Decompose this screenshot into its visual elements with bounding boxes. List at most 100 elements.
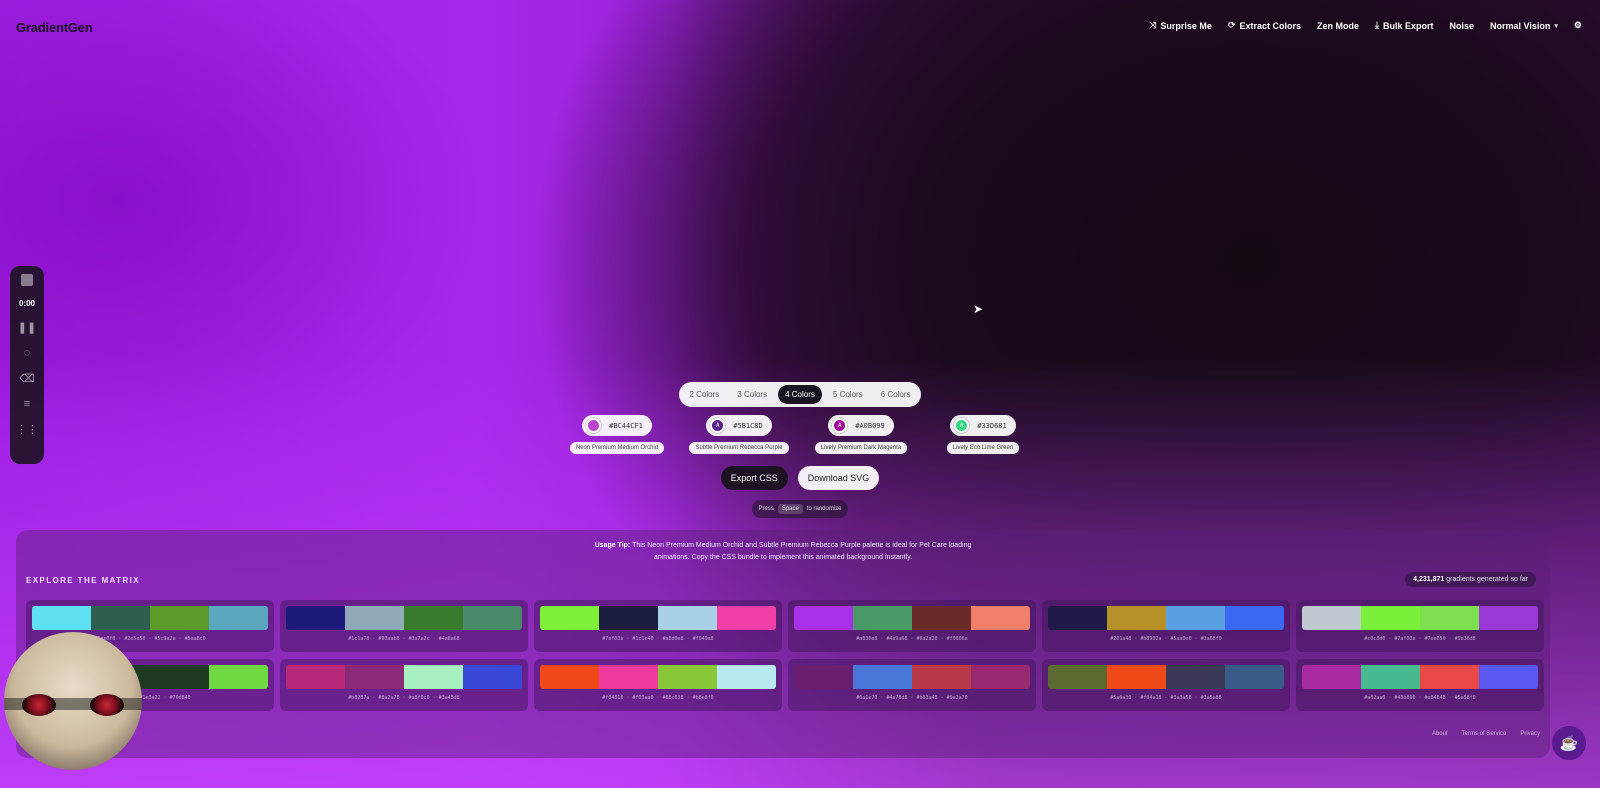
- color-name: Lively Eco Lime Green: [946, 442, 1020, 454]
- nav-extract-colors[interactable]: ⟳ Extract Colors: [1228, 20, 1301, 31]
- usage-tip-line1: This Neon Premium Medium Orchid and Subt…: [632, 542, 972, 549]
- nav-zen-mode[interactable]: Zen Mode: [1317, 21, 1359, 31]
- color-count-option[interactable]: 3 Colors: [730, 385, 774, 404]
- footer-links: About Terms of Service Privacy: [1432, 731, 1540, 737]
- top-nav: ⤨ Surprise Me ⟳ Extract Colors Zen Mode ⤓ Bulk…: [1149, 20, 1582, 31]
- explore-matrix: Usage Tip: This Neon Premium Medium Orch…: [16, 530, 1550, 758]
- footer-link[interactable]: Terms of Service: [1462, 731, 1507, 737]
- palette-swatch: [658, 606, 717, 630]
- palette-swatch: [286, 665, 345, 689]
- palette-card[interactable]: #6a1e70 · #4a78d8 · #b83a48 · #9a2a70: [788, 659, 1036, 711]
- color-hex-pill[interactable]: A #33D681: [950, 415, 1016, 436]
- palette-swatch: [209, 606, 268, 630]
- palette-swatch: [912, 665, 971, 689]
- color-swatch-dot[interactable]: A: [832, 418, 848, 433]
- footer-link[interactable]: Privacy: [1520, 731, 1540, 737]
- palette-swatch: [853, 606, 912, 630]
- color-swatch-dot[interactable]: [586, 418, 602, 433]
- chevron-down-icon: ▾: [1554, 22, 1558, 30]
- palette-label: #6a1e70 · #4a78d8 · #b83a48 · #9a2a70: [856, 695, 968, 701]
- palette-grid: #5ee0f0 · #2e5e50 · #5c9a2a · #5aa8c0 #1c…: [26, 600, 1544, 711]
- palette-swatch: [91, 606, 150, 630]
- palette-swatch: [912, 606, 971, 630]
- color-stop: A #5B1C8D Subtle Premium Rebecca Purple: [683, 415, 795, 454]
- color-hex-pill[interactable]: #BC44CF1: [582, 415, 652, 436]
- nav-bulk-export[interactable]: ⤓ Bulk Export: [1375, 20, 1434, 31]
- coffee-fab-icon[interactable]: ☕: [1552, 726, 1586, 760]
- palette-swatches: [1302, 665, 1538, 689]
- stop-icon[interactable]: [21, 274, 33, 286]
- palette-swatch: [540, 606, 599, 630]
- color-name: Neon Premium Medium Orchid: [569, 442, 665, 454]
- palette-swatches: [794, 665, 1030, 689]
- nav-noise[interactable]: Noise: [1450, 21, 1475, 31]
- palette-card[interactable]: #a830e8 · #4a9a68 · #6a2a28 · #f0806a: [788, 600, 1036, 652]
- pause-icon[interactable]: ❚❚: [18, 321, 36, 334]
- palette-label: #1c1a78 · #90aab8 · #3a7a2c · #4a8a68: [348, 636, 460, 642]
- counter-number: 4,231,871: [1413, 576, 1445, 583]
- extract-colors-icon: ⟳: [1227, 20, 1236, 30]
- footer-link[interactable]: About: [1432, 731, 1448, 737]
- palette-label: #a830e8 · #4a9a68 · #6a2a28 · #f0806a: [856, 636, 968, 642]
- nav-surprise-me[interactable]: ⤨ Surprise Me: [1149, 20, 1212, 31]
- download-svg-button[interactable]: Download SVG: [797, 466, 880, 490]
- palette-card[interactable]: #b8287a · #8a2a78 · #a8f0c0 · #3a48d8: [280, 659, 528, 711]
- color-count-option[interactable]: 5 Colors: [826, 385, 870, 404]
- nav-extract-colors-label: Extract Colors: [1239, 20, 1302, 31]
- export-actions: Export CSS Download SVG: [720, 466, 880, 490]
- export-css-button[interactable]: Export CSS: [720, 466, 788, 490]
- palette-swatch: [1302, 606, 1361, 630]
- color-hex-pill[interactable]: A #A0B099: [828, 415, 894, 436]
- gradient-controls: 2 Colors 3 Colors 4 Colors 5 Colors 6 Colors…: [0, 382, 1600, 518]
- palette-swatch: [971, 606, 1030, 630]
- color-count-option[interactable]: 6 Colors: [874, 385, 918, 404]
- palette-swatch: [1166, 665, 1225, 689]
- color-hex-value: #5B1C8D: [733, 421, 763, 430]
- palette-swatches: [1048, 665, 1284, 689]
- usage-tip-label: Usage Tip:: [594, 542, 631, 549]
- color-count-option[interactable]: 4 Colors: [778, 385, 822, 404]
- palette-card[interactable]: #a82aa0 · #48b890 · #e84848 · #5a58f0: [1296, 659, 1544, 711]
- palette-swatch: [1048, 665, 1107, 689]
- palette-label: #a82aa0 · #48b890 · #e84848 · #5a58f0: [1364, 695, 1476, 701]
- right-eye: [90, 694, 124, 716]
- palette-card[interactable]: #c0c8d0 · #7af03a · #7ee050 · #9a38d8: [1296, 600, 1544, 652]
- timer-readout: 0:00: [18, 299, 35, 308]
- settings-gear-icon[interactable]: ⚙: [1574, 20, 1582, 31]
- color-stop: #BC44CF1 Neon Premium Medium Orchid: [561, 415, 673, 454]
- palette-card[interactable]: #f04818 · #f03aa0 · #88c838 · #b8e8f0: [534, 659, 782, 711]
- palette-swatch: [1479, 665, 1538, 689]
- nav-vision-select[interactable]: Normal Vision ▾: [1490, 21, 1558, 31]
- color-swatch-dot[interactable]: A: [710, 418, 726, 433]
- color-count-selector: 2 Colors 3 Colors 4 Colors 5 Colors 6 Colors: [678, 382, 922, 407]
- palette-swatches: [794, 606, 1030, 630]
- color-hex-pill[interactable]: A #5B1C8D: [706, 415, 772, 436]
- palette-swatch: [1225, 665, 1284, 689]
- matrix-title: EXPLORE THE MATRIX: [26, 576, 140, 585]
- palette-card[interactable]: #1c1a78 · #90aab8 · #3a7a2c · #4a8a68: [280, 600, 528, 652]
- palette-swatch: [794, 665, 853, 689]
- webcam-avatar: [4, 632, 142, 770]
- palette-card[interactable]: #201a48 · #b8902a · #5aa0e0 · #3a68f0: [1042, 600, 1290, 652]
- counter-text: gradients generated so far: [1446, 576, 1528, 583]
- randomize-hint: Press Space to randomize: [752, 500, 848, 518]
- palette-swatch: [463, 606, 522, 630]
- palette-swatches: [286, 665, 522, 689]
- palette-label: #f04818 · #f03aa0 · #88c838 · #b8e8f0: [602, 695, 714, 701]
- color-name: Lively Premium Dark Magenta: [814, 442, 908, 454]
- palette-swatches: [32, 606, 268, 630]
- brand-logo[interactable]: GradientGen: [16, 20, 93, 35]
- palette-swatch: [1048, 606, 1107, 630]
- palette-label: #b8287a · #8a2a78 · #a8f0c0 · #3a48d8: [348, 695, 460, 701]
- nav-bulk-export-label: Bulk Export: [1383, 20, 1434, 31]
- color-swatch-dot[interactable]: A: [954, 418, 970, 433]
- palette-label: #201a48 · #b8902a · #5aa0e0 · #3a68f0: [1110, 636, 1222, 642]
- palette-card[interactable]: #5a6a30 · #f04a18 · #3a3a58 · #3a5a88: [1042, 659, 1290, 711]
- refresh-icon[interactable]: ◌: [24, 347, 31, 359]
- palette-swatch: [150, 665, 209, 689]
- color-stops: #BC44CF1 Neon Premium Medium Orchid A #5B1C…: [561, 415, 1039, 454]
- palette-swatches: [540, 665, 776, 689]
- palette-card[interactable]: #7ef03a · #1c1e40 · #a8d0e8 · #f040a8: [534, 600, 782, 652]
- palette-swatch: [1302, 665, 1361, 689]
- color-count-option[interactable]: 2 Colors: [683, 385, 727, 404]
